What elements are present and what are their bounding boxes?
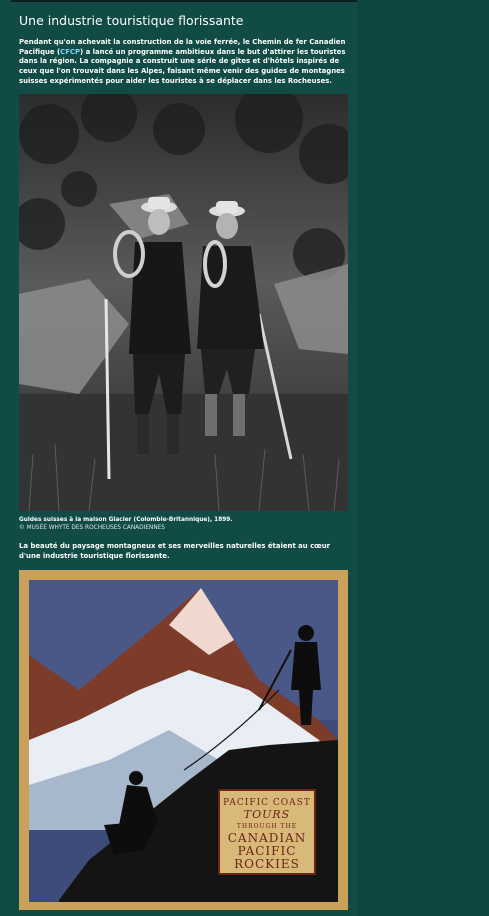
poster-illustration: PACIFIC COAST TOURS THROUGH THE CANADIAN… bbox=[19, 570, 348, 910]
photo-caption: Guides suisses à la maison Glacier (Colo… bbox=[19, 516, 349, 532]
poster-line-6: ROCKIES bbox=[234, 857, 300, 871]
poster-line-1: PACIFIC COAST bbox=[223, 798, 311, 808]
second-paragraph: La beauté du paysage montagneux et ses m… bbox=[19, 542, 331, 560]
tour-poster: PACIFIC COAST TOURS THROUGH THE CANADIAN… bbox=[19, 570, 348, 910]
top-divider bbox=[11, 0, 357, 2]
intro-paragraph: Pendant qu'on achevait la construction d… bbox=[19, 38, 347, 87]
photo-credit: © MUSÉE WHYTE DES ROCHEUSES CANADIENNES bbox=[19, 525, 165, 531]
poster-line-2: TOURS bbox=[244, 808, 290, 821]
swiss-guides-photo bbox=[19, 94, 348, 511]
poster-line-5: PACIFIC bbox=[238, 844, 297, 858]
right-gutter bbox=[357, 0, 489, 916]
photo-illustration bbox=[19, 94, 348, 511]
photo-caption-text: Guides suisses à la maison Glacier (Colo… bbox=[19, 517, 233, 523]
section-heading: Une industrie touristique florissante bbox=[19, 13, 244, 28]
poster-line-3: THROUGH THE bbox=[237, 823, 297, 830]
cfcp-link[interactable]: CFCP bbox=[60, 48, 80, 56]
poster-line-4: CANADIAN bbox=[228, 831, 307, 845]
